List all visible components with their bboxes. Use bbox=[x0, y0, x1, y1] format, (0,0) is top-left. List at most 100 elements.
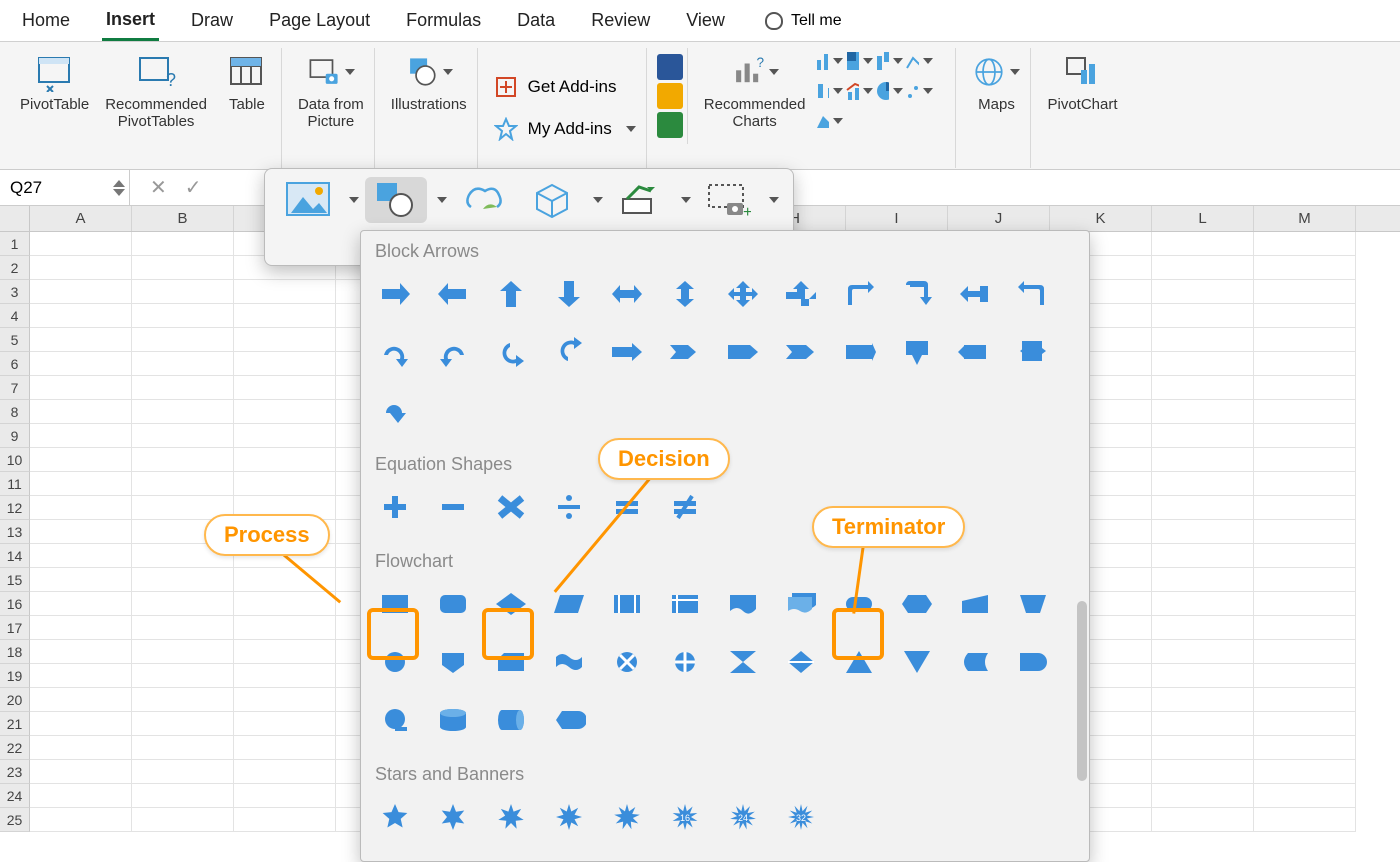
cell[interactable] bbox=[30, 760, 132, 784]
cell[interactable] bbox=[132, 280, 234, 304]
cell[interactable] bbox=[1152, 352, 1254, 376]
flowchart-display[interactable] bbox=[549, 700, 589, 740]
cell[interactable] bbox=[1254, 304, 1356, 328]
cell[interactable] bbox=[234, 592, 336, 616]
cell[interactable] bbox=[234, 304, 336, 328]
cell[interactable] bbox=[132, 808, 234, 832]
cell[interactable] bbox=[234, 376, 336, 400]
tab-view[interactable]: View bbox=[682, 2, 729, 39]
flowchart-internal-storage[interactable] bbox=[665, 584, 705, 624]
3d-models-dropdown[interactable] bbox=[521, 177, 583, 223]
block-arrow-shape-24[interactable] bbox=[375, 390, 415, 430]
row-header[interactable]: 4 bbox=[0, 304, 30, 328]
cell[interactable] bbox=[1152, 568, 1254, 592]
cell[interactable] bbox=[1254, 400, 1356, 424]
block-arrow-shape-13[interactable] bbox=[433, 332, 473, 372]
cell[interactable] bbox=[234, 712, 336, 736]
column-header[interactable]: L bbox=[1152, 206, 1254, 231]
cell[interactable] bbox=[1152, 544, 1254, 568]
bing-icon[interactable] bbox=[657, 83, 683, 109]
block-arrow-shape-1[interactable] bbox=[433, 274, 473, 314]
illustrations-button[interactable]: Illustrations bbox=[391, 48, 467, 113]
screenshot-dropdown[interactable]: + bbox=[697, 177, 759, 223]
cell[interactable] bbox=[132, 784, 234, 808]
flowchart-document[interactable] bbox=[723, 584, 763, 624]
column-header[interactable]: J bbox=[948, 206, 1050, 231]
star-shape-6[interactable]: 24 bbox=[723, 797, 763, 837]
cell[interactable] bbox=[30, 688, 132, 712]
visio-icon[interactable] bbox=[657, 54, 683, 80]
waterfall-chart-button[interactable] bbox=[875, 48, 903, 74]
row-header[interactable]: 1 bbox=[0, 232, 30, 256]
cell[interactable] bbox=[1152, 256, 1254, 280]
cell[interactable] bbox=[132, 232, 234, 256]
column-header[interactable]: A bbox=[30, 206, 132, 231]
cell[interactable] bbox=[30, 448, 132, 472]
flowchart-predefined[interactable] bbox=[607, 584, 647, 624]
cell[interactable] bbox=[132, 400, 234, 424]
row-header[interactable]: 18 bbox=[0, 640, 30, 664]
cell[interactable] bbox=[234, 640, 336, 664]
row-header[interactable]: 6 bbox=[0, 352, 30, 376]
cell[interactable] bbox=[1254, 688, 1356, 712]
pivotchart-button[interactable]: PivotChart bbox=[1047, 48, 1117, 113]
cell[interactable] bbox=[1152, 424, 1254, 448]
cell[interactable] bbox=[1254, 544, 1356, 568]
cell[interactable] bbox=[1254, 496, 1356, 520]
equation-shape-2[interactable] bbox=[491, 487, 531, 527]
cell[interactable] bbox=[1254, 472, 1356, 496]
cell[interactable] bbox=[1152, 640, 1254, 664]
line-chart-button[interactable] bbox=[905, 48, 933, 74]
my-addins-button[interactable]: My Add-ins bbox=[494, 117, 636, 141]
flowchart-offpage[interactable] bbox=[433, 642, 473, 682]
block-arrow-shape-23[interactable] bbox=[1013, 332, 1053, 372]
flowchart-manual-operation[interactable] bbox=[1013, 584, 1053, 624]
cell[interactable] bbox=[30, 328, 132, 352]
cell[interactable] bbox=[234, 352, 336, 376]
cell[interactable] bbox=[30, 544, 132, 568]
pie-chart-button[interactable] bbox=[875, 78, 903, 104]
star-shape-2[interactable] bbox=[491, 797, 531, 837]
block-arrow-shape-22[interactable] bbox=[955, 332, 995, 372]
flowchart-seq-access[interactable] bbox=[375, 700, 415, 740]
star-shape-1[interactable] bbox=[433, 797, 473, 837]
block-arrow-shape-10[interactable] bbox=[955, 274, 995, 314]
block-arrow-shape-16[interactable] bbox=[607, 332, 647, 372]
cell[interactable] bbox=[1152, 328, 1254, 352]
cell[interactable] bbox=[1254, 664, 1356, 688]
icons-button[interactable] bbox=[453, 177, 515, 223]
maps-button[interactable]: Maps bbox=[972, 48, 1020, 113]
cell[interactable] bbox=[30, 424, 132, 448]
row-header[interactable]: 19 bbox=[0, 664, 30, 688]
flowchart-multidocument[interactable] bbox=[781, 584, 821, 624]
row-header[interactable]: 8 bbox=[0, 400, 30, 424]
tab-review[interactable]: Review bbox=[587, 2, 654, 39]
flowchart-decision[interactable] bbox=[491, 584, 531, 624]
star-shape-0[interactable] bbox=[375, 797, 415, 837]
cell[interactable] bbox=[1254, 280, 1356, 304]
cell[interactable] bbox=[30, 376, 132, 400]
block-arrow-shape-7[interactable] bbox=[781, 274, 821, 314]
block-arrow-shape-11[interactable] bbox=[1013, 274, 1053, 314]
cell[interactable] bbox=[1254, 592, 1356, 616]
row-header[interactable]: 5 bbox=[0, 328, 30, 352]
row-header[interactable]: 13 bbox=[0, 520, 30, 544]
cell[interactable] bbox=[1152, 664, 1254, 688]
cell[interactable] bbox=[1254, 712, 1356, 736]
cell[interactable] bbox=[132, 712, 234, 736]
cell[interactable] bbox=[30, 664, 132, 688]
tab-draw[interactable]: Draw bbox=[187, 2, 237, 39]
cell[interactable] bbox=[1254, 352, 1356, 376]
column-header[interactable]: K bbox=[1050, 206, 1152, 231]
row-header[interactable]: 10 bbox=[0, 448, 30, 472]
cell[interactable] bbox=[234, 736, 336, 760]
flowchart-manual-input[interactable] bbox=[955, 584, 995, 624]
row-header[interactable]: 24 bbox=[0, 784, 30, 808]
equation-shape-3[interactable] bbox=[549, 487, 589, 527]
block-arrow-shape-21[interactable] bbox=[897, 332, 937, 372]
name-box-spinner[interactable] bbox=[113, 180, 129, 196]
cell[interactable] bbox=[1152, 400, 1254, 424]
cell[interactable] bbox=[234, 472, 336, 496]
cell[interactable] bbox=[1152, 712, 1254, 736]
select-all-corner[interactable] bbox=[0, 206, 30, 231]
